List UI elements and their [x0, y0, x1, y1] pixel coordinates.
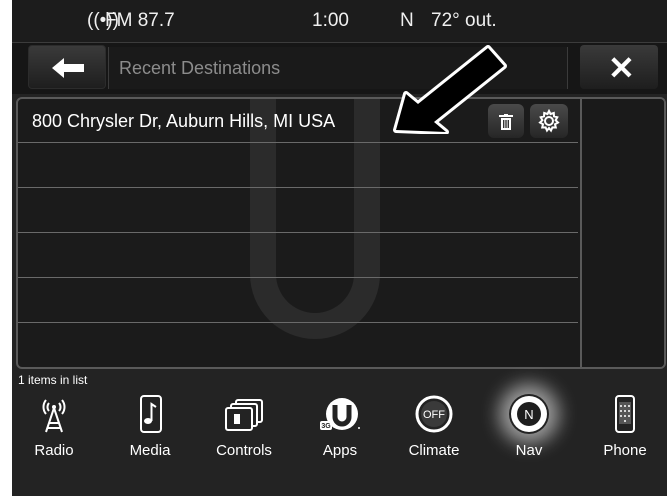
list-item[interactable]	[18, 279, 578, 323]
controls-icon	[225, 399, 263, 431]
nav-radio[interactable]: Radio	[12, 390, 96, 466]
climate-off-text: OFF	[423, 409, 445, 421]
apps-icon: 3G	[320, 398, 360, 430]
back-button[interactable]	[28, 45, 106, 89]
list-item[interactable]	[18, 144, 578, 188]
list-scrollbar[interactable]	[580, 99, 664, 367]
clock: 1:00	[312, 10, 349, 31]
nav-media[interactable]: Media	[108, 390, 192, 466]
status-bar: ((•)) FM 87.7 1:00 N 72° out.	[12, 0, 667, 42]
list-item[interactable]	[18, 324, 578, 367]
callout-arrow	[393, 45, 507, 134]
nav-phone-label: Phone	[603, 442, 647, 459]
compass-heading: N	[400, 10, 414, 31]
nav-radio-label: Radio	[34, 442, 74, 459]
nav-navigation-label: Nav	[515, 442, 543, 459]
nav-climate-label: Climate	[408, 442, 460, 459]
nav-phone[interactable]: Phone	[583, 390, 667, 466]
item-count-label: 1 items in list	[18, 373, 88, 387]
close-button[interactable]: ✕	[580, 45, 658, 89]
list-item[interactable]	[18, 234, 578, 278]
climate-off-icon: OFF	[415, 395, 453, 433]
nav-apps-label: Apps	[322, 442, 358, 459]
settings-button[interactable]	[530, 104, 568, 138]
bottom-nav-bar: Radio Media Controls 3G Apps OFF Climate…	[12, 390, 667, 468]
compass-icon: N	[511, 396, 547, 432]
nav-controls[interactable]: Controls	[202, 390, 286, 466]
outside-temperature: 72° out.	[431, 10, 497, 31]
page-title: Recent Destinations	[119, 58, 281, 78]
arrow-left-icon	[52, 58, 84, 78]
nav-controls-label: Controls	[216, 442, 272, 459]
phone-icon	[615, 395, 635, 433]
head-unit-screen: ((•)) FM 87.7 1:00 N 72° out. Recent Des…	[12, 0, 667, 496]
apps-3g-badge: 3G	[321, 423, 331, 430]
close-icon: ✕	[608, 50, 635, 86]
radio-tower-icon	[42, 399, 66, 433]
list-item[interactable]	[18, 189, 578, 233]
title-bar: Recent Destinations ✕	[12, 42, 667, 94]
destination-address: 800 Chrysler Dr, Auburn Hills, MI USA	[32, 111, 336, 131]
nav-apps[interactable]: 3G Apps	[298, 390, 382, 466]
music-note-icon	[140, 395, 162, 433]
nav-climate[interactable]: OFF Climate	[392, 390, 476, 466]
gear-icon	[538, 109, 560, 133]
recent-destinations-list: 800 Chrysler Dr, Auburn Hills, MI USA	[16, 97, 666, 369]
radio-station-label: FM 87.7	[105, 10, 175, 31]
nav-navigation[interactable]: N Nav	[487, 390, 571, 466]
nav-media-label: Media	[129, 442, 171, 459]
compass-n-text: N	[524, 407, 533, 422]
